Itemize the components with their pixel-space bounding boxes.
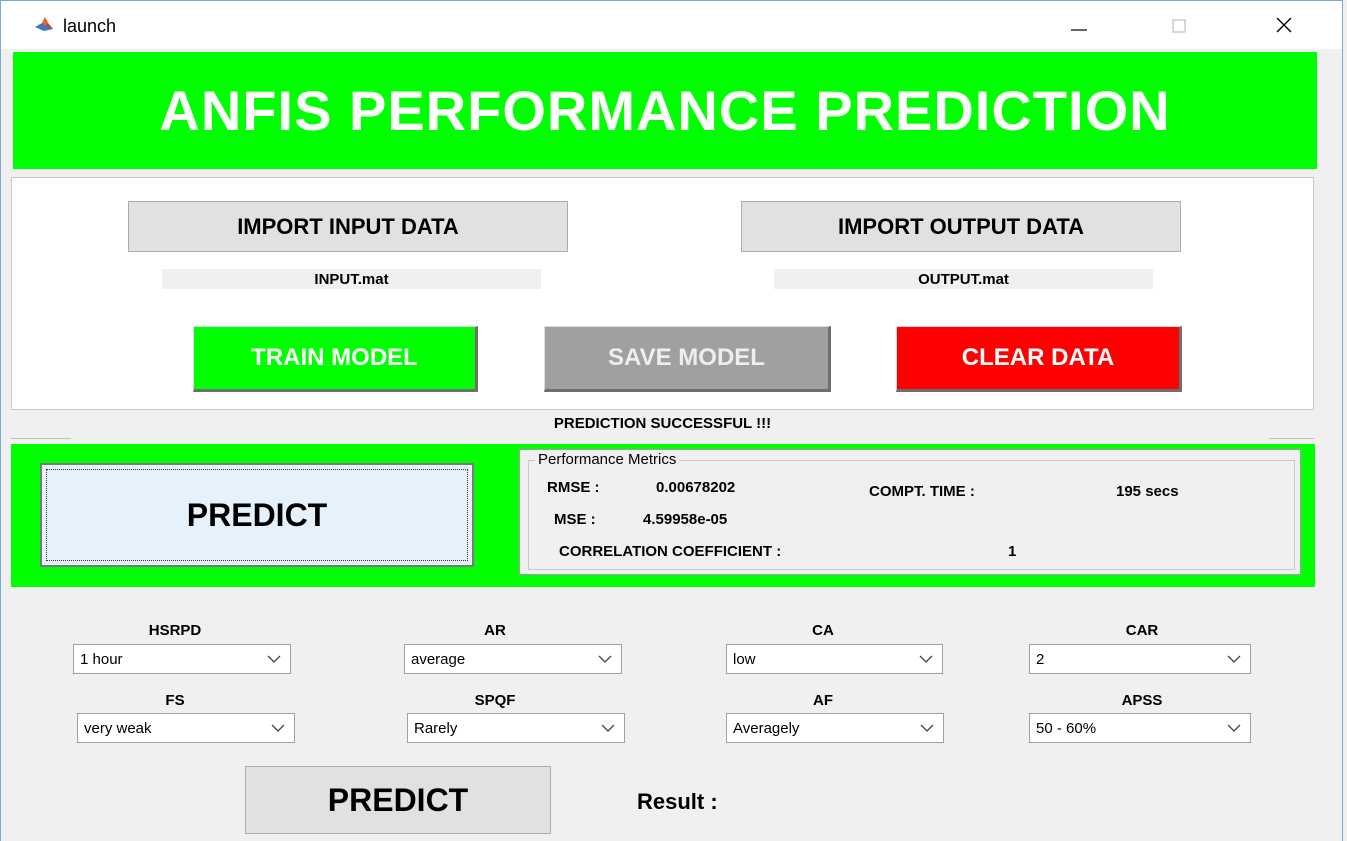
app-banner: ANFIS PERFORMANCE PREDICTION	[13, 52, 1317, 169]
chevron-down-icon	[262, 714, 294, 742]
car-select[interactable]: 2	[1029, 644, 1251, 674]
chevron-down-icon	[592, 714, 624, 742]
clear-data-button[interactable]: CLEAR DATA	[896, 326, 1182, 392]
param-label-car: CAR	[1125, 622, 1159, 639]
fs-value: very weak	[84, 719, 152, 737]
status-divider-left	[11, 438, 71, 439]
rmse-value: 0.00678202	[656, 479, 736, 496]
af-value: Averagely	[733, 719, 800, 737]
close-button[interactable]	[1256, 1, 1312, 49]
app-window: launch ANFIS PERFORMANCE PREDICTION IMPO…	[0, 0, 1343, 841]
hsrpd-select[interactable]: 1 hour	[73, 644, 291, 674]
maximize-button[interactable]	[1151, 1, 1207, 49]
fs-select[interactable]: very weak	[77, 713, 295, 743]
param-label-apss: APSS	[1121, 692, 1163, 709]
rmse-label: RMSE :	[547, 479, 600, 496]
matlab-icon	[35, 17, 53, 31]
import-input-button[interactable]: IMPORT INPUT DATA	[128, 201, 568, 252]
param-label-fs: FS	[165, 692, 185, 709]
ar-select[interactable]: average	[404, 644, 622, 674]
chevron-down-icon	[1218, 714, 1250, 742]
correlation-value: 1	[1008, 543, 1017, 560]
apss-select[interactable]: 50 - 60%	[1029, 713, 1251, 743]
af-select[interactable]: Averagely	[726, 713, 944, 743]
minimize-button[interactable]	[1051, 1, 1107, 49]
correlation-label: CORRELATION COEFFICIENT :	[559, 543, 782, 560]
status-divider-right	[1269, 438, 1314, 439]
chevron-down-icon	[589, 645, 621, 673]
car-value: 2	[1036, 650, 1045, 668]
mse-label: MSE :	[554, 511, 596, 528]
chevron-down-icon	[911, 714, 943, 742]
status-message: PREDICTION SUCCESSFUL !!!	[553, 415, 772, 432]
maximize-icon	[1172, 19, 1186, 33]
param-label-ar: AR	[484, 622, 506, 639]
spqf-value: Rarely	[414, 719, 458, 737]
input-file-label: INPUT.mat	[162, 269, 541, 289]
chevron-down-icon	[910, 645, 942, 673]
window-title: launch	[63, 16, 117, 36]
param-label-hsrpd: HSRPD	[148, 622, 202, 639]
apss-value: 50 - 60%	[1036, 719, 1097, 737]
compt-time-value: 195 secs	[1116, 483, 1179, 500]
title-bar: launch	[1, 1, 1342, 49]
mse-value: 4.59958e-05	[643, 511, 728, 528]
chevron-down-icon	[258, 645, 290, 673]
minimize-icon	[1071, 29, 1087, 31]
ar-value: average	[411, 650, 466, 668]
param-label-spqf: SPQF	[474, 692, 516, 709]
hsrpd-value: 1 hour	[80, 650, 123, 668]
import-output-button[interactable]: IMPORT OUTPUT DATA	[741, 201, 1181, 252]
param-label-af: AF	[813, 692, 833, 709]
param-label-ca: CA	[812, 622, 834, 639]
predict-main-button[interactable]: PREDICT	[40, 463, 474, 567]
train-model-button[interactable]: TRAIN MODEL	[193, 326, 478, 392]
ca-select[interactable]: low	[726, 644, 943, 674]
spqf-select[interactable]: Rarely	[407, 713, 625, 743]
focus-ring	[46, 469, 468, 561]
metrics-title: Performance Metrics	[535, 451, 680, 468]
chevron-down-icon	[1218, 645, 1250, 673]
compt-time-label: COMPT. TIME :	[869, 483, 975, 500]
predict-bottom-button[interactable]: PREDICT	[245, 766, 551, 834]
output-file-label: OUTPUT.mat	[774, 269, 1153, 289]
result-label: Result :	[637, 789, 718, 814]
close-icon	[1276, 17, 1292, 33]
save-model-button[interactable]: SAVE MODEL	[544, 326, 831, 392]
ca-value: low	[733, 650, 756, 668]
